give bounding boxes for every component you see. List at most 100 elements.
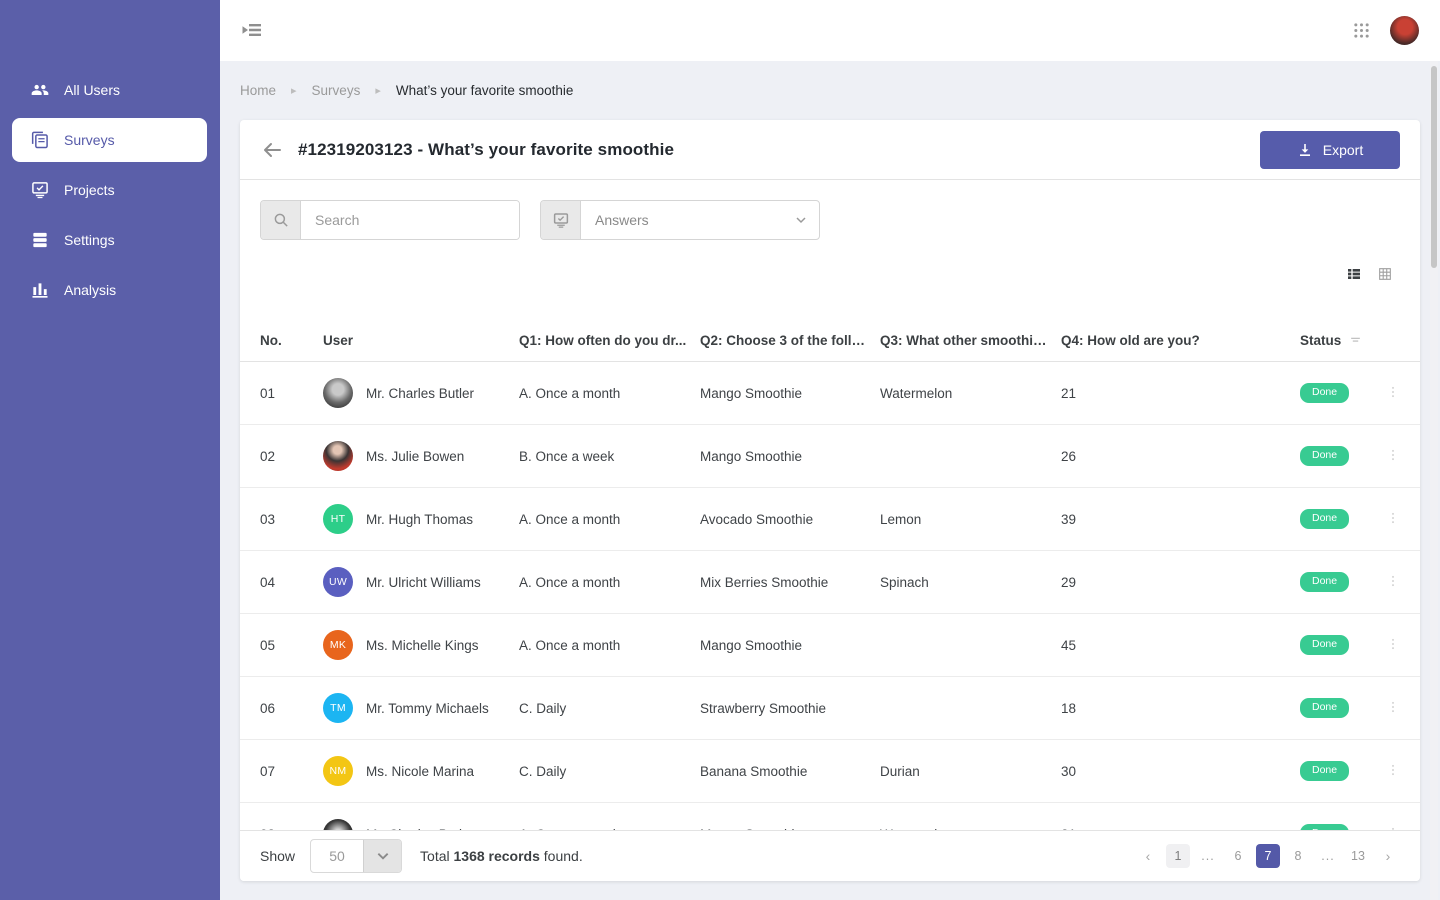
user-cell: Mr. Charles Butler (323, 819, 519, 830)
table-row[interactable]: 07 NM Ms. Nicole Marina C. Daily Banana … (240, 740, 1420, 803)
pagination-page-1[interactable]: 1 (1166, 844, 1190, 868)
list-view-icon[interactable] (1346, 266, 1362, 282)
pagination-prev-icon[interactable]: ‹ (1136, 844, 1160, 868)
user-name: Ms. Julie Bowen (366, 449, 464, 464)
table-row[interactable]: 01 Mr. Charles Butler A. Once a month Ma… (240, 362, 1420, 425)
grid-view-icon[interactable] (1377, 266, 1393, 282)
answer-q2: Mix Berries Smoothie (700, 575, 880, 590)
answer-q1: A. Once a month (519, 575, 700, 590)
row-number: 01 (260, 386, 323, 401)
status-badge: Done (1300, 383, 1349, 403)
user-avatar (323, 441, 353, 471)
answer-q2: Strawberry Smoothie (700, 701, 880, 716)
scrollbar-thumb[interactable] (1431, 66, 1437, 268)
user-avatar[interactable] (1390, 16, 1419, 45)
user-name: Ms. Michelle Kings (366, 638, 479, 653)
answers-select-value: Answers (581, 201, 795, 239)
breadcrumb-item: What’s your favorite smoothie (396, 83, 574, 98)
answer-q2: Mango Smoothie (700, 449, 880, 464)
sidebar-item-analysis[interactable]: Analysis (12, 265, 207, 315)
status-cell: Done (1300, 383, 1370, 403)
kebab-menu-icon[interactable] (1386, 448, 1400, 464)
breadcrumb-item[interactable]: Home (240, 83, 276, 98)
answers-filter-select[interactable]: Answers (540, 200, 820, 240)
projects-icon (30, 180, 50, 200)
sidebar-nav: All Users Surveys Projects Settings Analysis (0, 65, 220, 315)
answer-q4: 39 (1061, 512, 1300, 527)
user-avatar: HT (323, 504, 353, 534)
pagination-page-7[interactable]: 7 (1256, 844, 1280, 868)
back-arrow-icon[interactable] (260, 138, 284, 162)
sidebar-item-all-users[interactable]: All Users (12, 65, 207, 115)
table-row[interactable]: 06 TM Mr. Tommy Michaels C. Daily Strawb… (240, 677, 1420, 740)
pagination-ellipsis: ... (1196, 844, 1220, 868)
kebab-menu-icon[interactable] (1386, 763, 1400, 779)
status-cell: Done (1300, 446, 1370, 466)
page-title: #12319203123 - What’s your favorite smoo… (298, 140, 674, 160)
row-number: 04 (260, 575, 323, 590)
kebab-menu-icon[interactable] (1386, 574, 1400, 590)
menu-collapse-icon[interactable] (240, 18, 264, 42)
kebab-menu-icon[interactable] (1386, 637, 1400, 653)
status-badge: Done (1300, 572, 1349, 592)
answer-q1: A. Once a month (519, 512, 700, 527)
table-row[interactable]: 05 MK Ms. Michelle Kings A. Once a month… (240, 614, 1420, 677)
kebab-menu-icon[interactable] (1386, 511, 1400, 527)
search-input[interactable] (301, 201, 519, 239)
table-row[interactable]: 02 Ms. Julie Bowen B. Once a week Mango … (240, 425, 1420, 488)
sidebar-item-label: Settings (64, 232, 115, 248)
answer-q2: Avocado Smoothie (700, 512, 880, 527)
user-avatar: TM (323, 693, 353, 723)
total-records-text: Total 1368 records found. (420, 848, 583, 864)
search-box (260, 200, 520, 240)
sidebar: All Users Surveys Projects Settings Analysis (0, 0, 220, 900)
table-row[interactable]: 03 HT Mr. Hugh Thomas A. Once a month Av… (240, 488, 1420, 551)
user-cell: NM Ms. Nicole Marina (323, 756, 519, 786)
breadcrumb: Home▸Surveys▸What’s your favorite smooth… (240, 83, 573, 98)
page-size-select[interactable]: 50 (310, 839, 402, 873)
chevron-down-icon (363, 840, 401, 872)
answer-q4: 26 (1061, 449, 1300, 464)
answer-q4: 45 (1061, 638, 1300, 653)
sidebar-item-surveys[interactable]: Surveys (12, 118, 207, 162)
user-cell: HT Mr. Hugh Thomas (323, 504, 519, 534)
column-header: Q1: How often do you dr... (519, 333, 700, 348)
export-button[interactable]: Export (1260, 131, 1400, 169)
kebab-menu-icon[interactable] (1386, 385, 1400, 401)
apps-grid-icon[interactable] (1353, 22, 1370, 39)
pagination-page-8[interactable]: 8 (1286, 844, 1310, 868)
user-avatar (323, 378, 353, 408)
page-size-value: 50 (311, 840, 363, 872)
column-header: Q4: How old are you? (1061, 333, 1300, 348)
users-group-icon (30, 80, 50, 100)
filter-sort-icon[interactable] (1349, 334, 1362, 347)
answers-monitor-icon (541, 201, 581, 239)
column-header: No. (260, 333, 323, 348)
answer-q4: 18 (1061, 701, 1300, 716)
pagination-page-6[interactable]: 6 (1226, 844, 1250, 868)
user-name: Mr. Ulricht Williams (366, 575, 481, 590)
analysis-icon (30, 280, 50, 300)
answer-q1: C. Daily (519, 764, 700, 779)
sidebar-item-label: Surveys (64, 132, 115, 148)
column-header: Q2: Choose 3 of the foll… (700, 333, 880, 348)
row-number: 06 (260, 701, 323, 716)
status-cell: Done (1300, 761, 1370, 781)
kebab-menu-icon[interactable] (1386, 700, 1400, 716)
answer-q2: Banana Smoothie (700, 764, 880, 779)
user-cell: UW Mr. Ulricht Williams (323, 567, 519, 597)
search-icon (261, 201, 301, 239)
status-badge: Done (1300, 446, 1349, 466)
status-badge: Done (1300, 509, 1349, 529)
chevron-down-icon (795, 201, 819, 239)
pagination-page-13[interactable]: 13 (1346, 844, 1370, 868)
column-header: Q3: What other smoothi… (880, 333, 1061, 348)
table-row[interactable]: 04 UW Mr. Ulricht Williams A. Once a mon… (240, 551, 1420, 614)
pagination-next-icon[interactable]: › (1376, 844, 1400, 868)
sidebar-item-settings[interactable]: Settings (12, 215, 207, 265)
sidebar-item-projects[interactable]: Projects (12, 165, 207, 215)
breadcrumb-item[interactable]: Surveys (312, 83, 361, 98)
user-cell: MK Ms. Michelle Kings (323, 630, 519, 660)
row-number: 07 (260, 764, 323, 779)
table-row[interactable]: 08 Mr. Charles Butler A. Once a month Ma… (240, 803, 1420, 830)
